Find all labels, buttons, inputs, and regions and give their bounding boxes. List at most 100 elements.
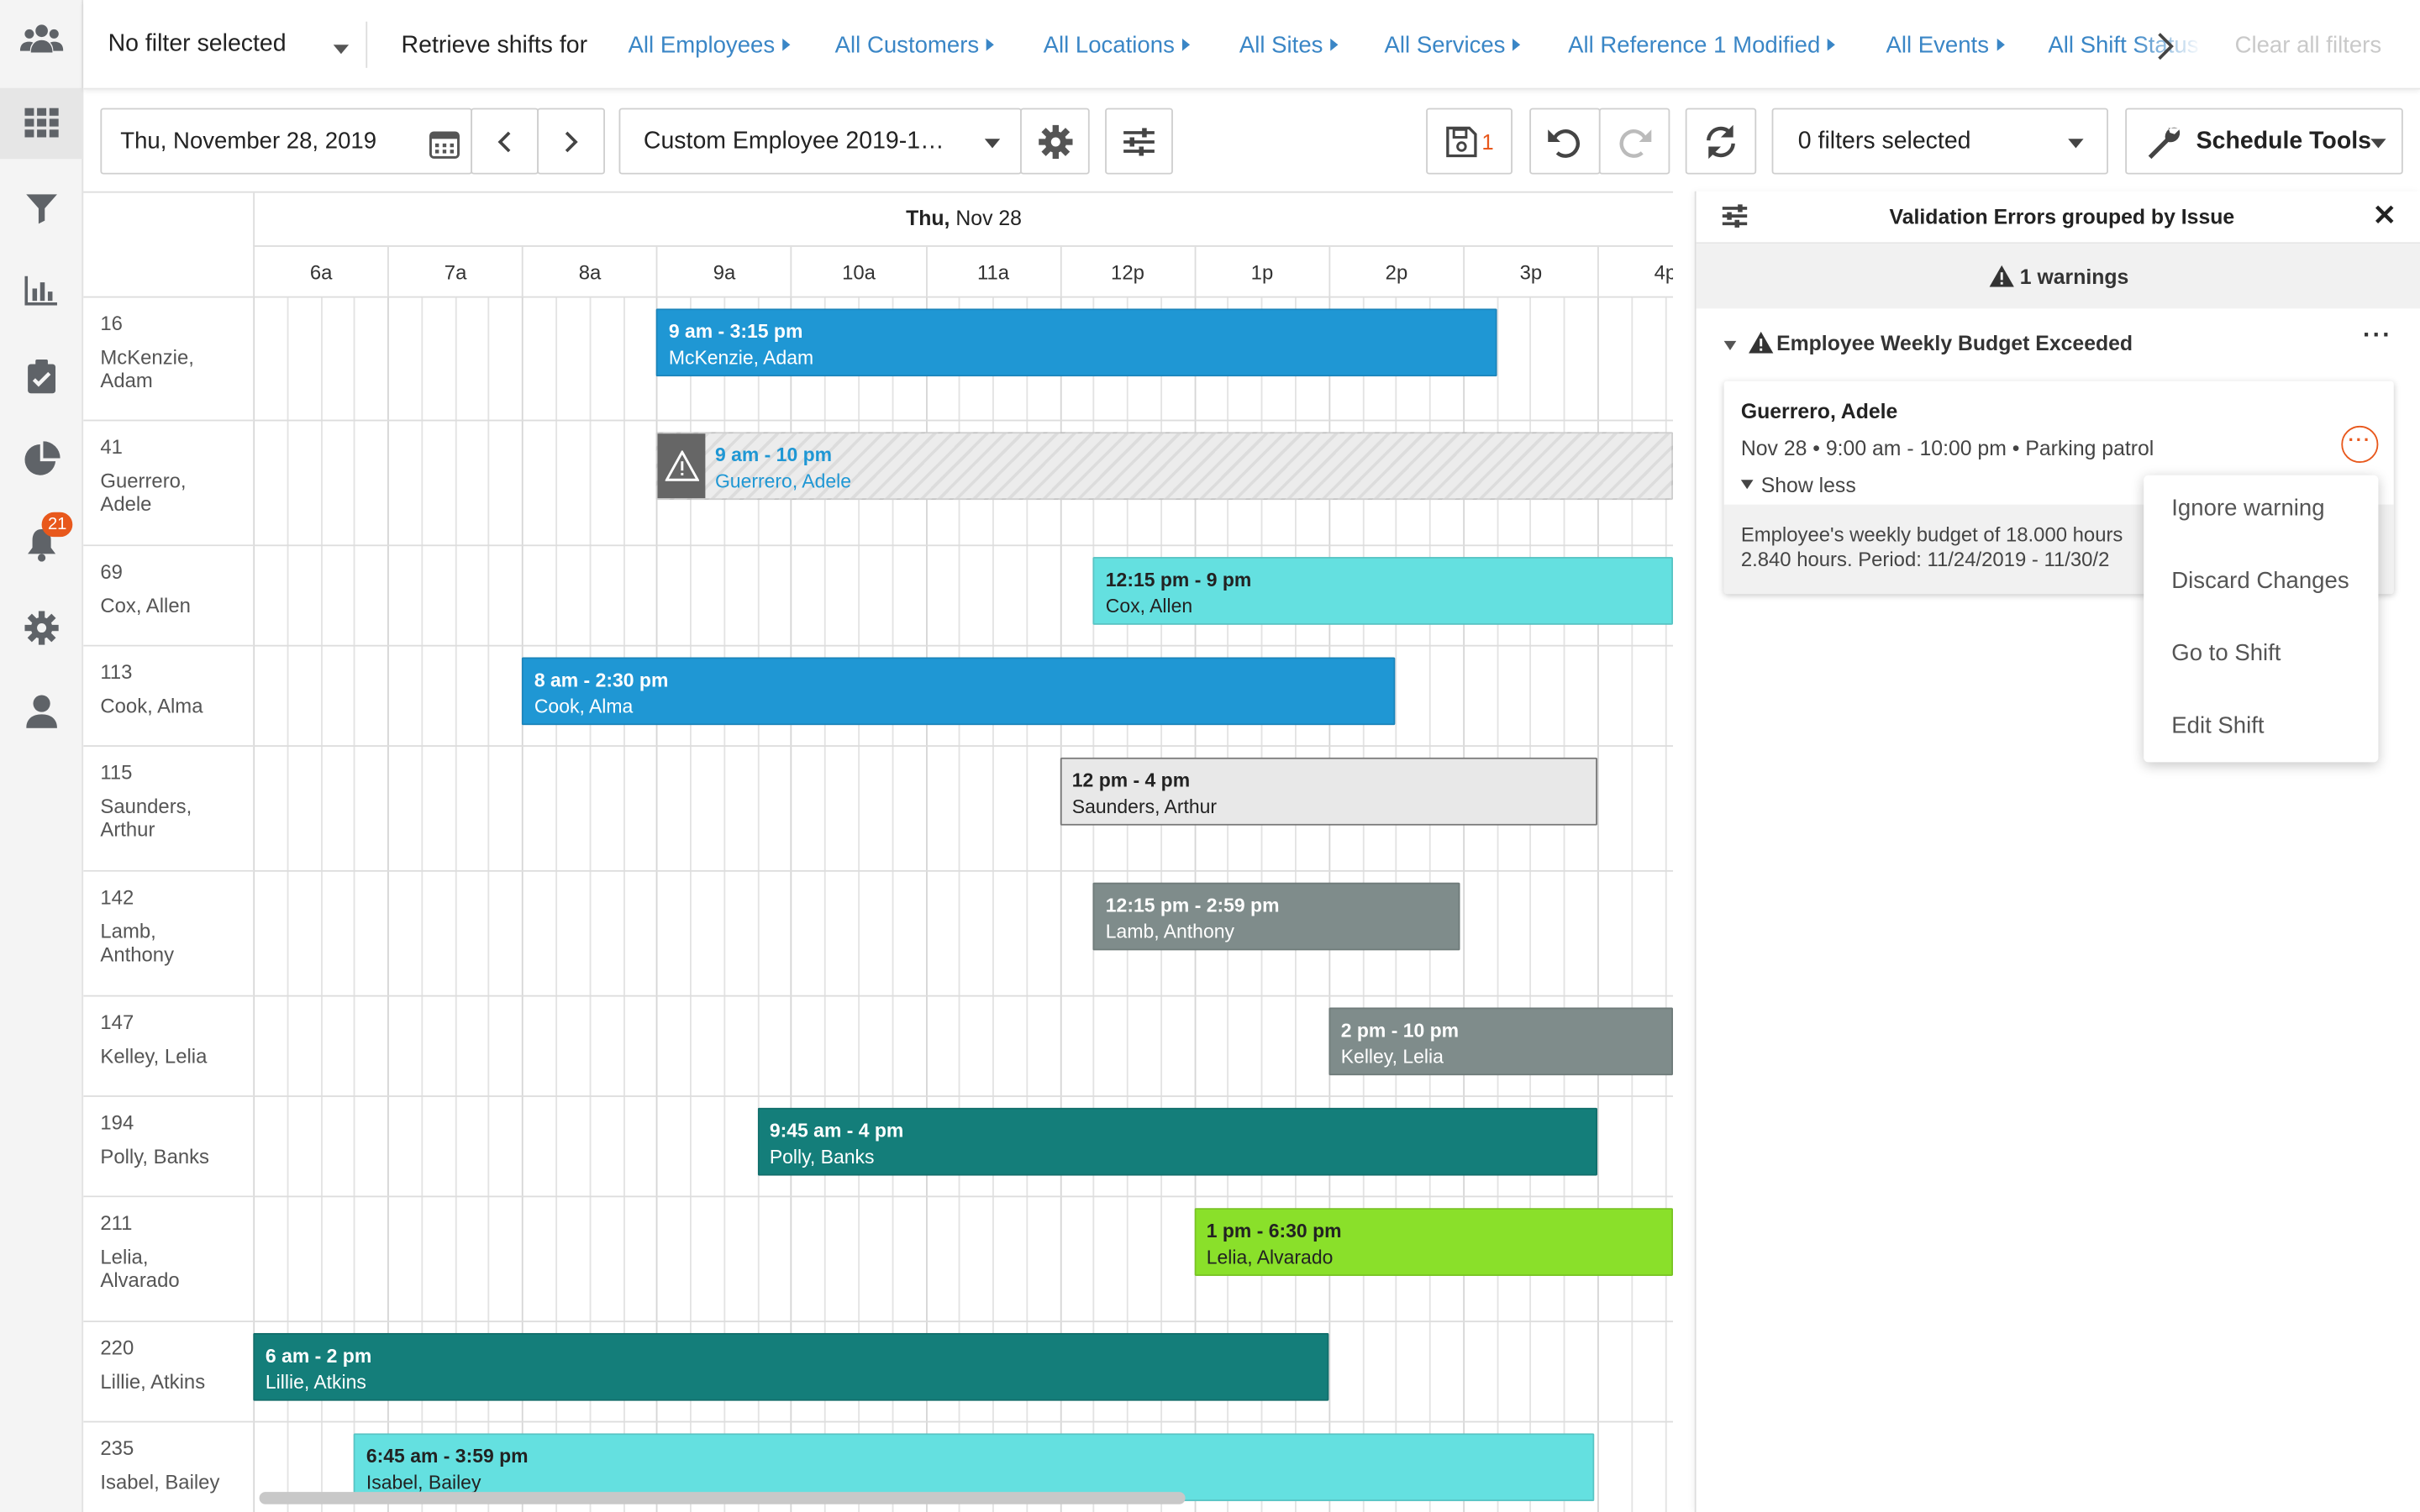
undo-button[interactable] [1529, 108, 1601, 175]
show-less-toggle[interactable]: Show less [1740, 474, 1856, 496]
employee-row-label[interactable]: 220 Lillie, Atkins [83, 1322, 254, 1423]
hour-label: 11a [925, 246, 1060, 298]
saved-filter-select[interactable]: No filter selected [108, 31, 352, 65]
save-changes-button[interactable]: 1 [1426, 108, 1512, 175]
shift-block[interactable]: 9 am - 3:15 pm McKenzie, Adam [656, 308, 1497, 377]
notification-count-badge: 21 [41, 512, 73, 538]
analytics-pie-icon[interactable] [0, 424, 83, 495]
refresh-button[interactable] [1685, 108, 1757, 175]
day-label: Nov 28 [955, 207, 1022, 230]
issue-group-header[interactable]: Employee Weekly Budget Exceeded ··· [1721, 323, 2400, 363]
user-profile-icon[interactable] [0, 675, 83, 746]
group-more-icon[interactable]: ··· [2363, 323, 2392, 350]
sliders-icon [1123, 127, 1155, 155]
shift-employee: Kelley, Lelia [1340, 1046, 1444, 1068]
shift-block[interactable]: 12:15 pm - 9 pm Cox, Allen [1093, 557, 1674, 625]
filter-reference1-link[interactable]: All Reference 1 Modified [1568, 33, 1836, 59]
edit-shift-menu-item[interactable]: Edit Shift [2171, 713, 2264, 739]
employee-row-label[interactable]: 41 Guerrero, Adele [83, 421, 254, 547]
shift-time: 6 am - 2 pm [265, 1345, 372, 1368]
retrieve-label: Retrieve shifts for [401, 32, 588, 59]
filter-sites-link[interactable]: All Sites [1239, 33, 1339, 59]
filter-locations-link[interactable]: All Locations [1044, 33, 1191, 59]
filter-events-link[interactable]: All Events [1886, 33, 2005, 59]
filters-select[interactable]: 0 filters selected [1771, 108, 2108, 175]
filter-customers-link[interactable]: All Customers [835, 33, 995, 59]
panel-title: Validation Errors grouped by Issue [1889, 205, 2235, 228]
filter-bar: No filter selected Retrieve shifts for A… [83, 0, 2420, 90]
shift-employee: Saunders, Arthur [1071, 795, 1218, 818]
employee-row-label[interactable]: 142 Lamb, Anthony [83, 871, 254, 997]
employee-row-label[interactable]: 113 Cook, Alma [83, 646, 254, 747]
schedule-grid-icon[interactable] [0, 87, 84, 160]
employee-row-label[interactable]: 147 Kelley, Lelia [83, 996, 254, 1097]
hour-label: 3p [1463, 246, 1597, 298]
employee-id: 235 [100, 1436, 134, 1460]
filter-services-link[interactable]: All Services [1385, 33, 1521, 59]
hour-label: 6a [253, 246, 387, 298]
employee-row-label[interactable]: 235 Isabel, Bailey [83, 1422, 254, 1512]
shift-block[interactable]: 2 pm - 10 pm Kelley, Lelia [1328, 1007, 1673, 1076]
employee-row-label[interactable]: 16 McKenzie, Adam [83, 297, 254, 422]
view-value: Custom Employee 2019-1… [643, 127, 944, 154]
shift-block[interactable]: 9 am - 10 pm Guerrero, Adele [656, 432, 1673, 501]
view-settings-button[interactable] [1020, 108, 1090, 175]
notifications-bell-icon[interactable]: 21 [0, 509, 83, 580]
warning-message-line1: Employee's weekly budget of 18.000 hours [1740, 522, 2123, 547]
team-icon[interactable] [0, 3, 83, 74]
schedule-tools-button[interactable]: Schedule Tools [2125, 108, 2403, 175]
employee-id: 115 [100, 760, 133, 785]
shift-block[interactable]: 6 am - 2 pm Lillie, Atkins [253, 1332, 1329, 1401]
employee-id: 142 [100, 885, 134, 909]
reports-icon[interactable] [0, 255, 83, 325]
hour-label: 7a [387, 246, 522, 298]
employee-name: Adele [100, 491, 152, 516]
filter-icon[interactable] [0, 173, 83, 244]
card-more-options-button[interactable]: ··· [2341, 425, 2379, 464]
shift-employee: Polly, Banks [769, 1146, 875, 1168]
employee-name: Anthony [100, 942, 175, 966]
shift-block[interactable]: 1 pm - 6:30 pm Lelia, Alvarado [1194, 1208, 1673, 1276]
ignore-warning-menu-item[interactable]: Ignore warning [2171, 496, 2324, 522]
go-to-shift-menu-item[interactable]: Go to Shift [2171, 640, 2281, 666]
shift-employee: Guerrero, Adele [714, 470, 852, 492]
chevron-down-icon [333, 45, 350, 55]
wrench-icon [2148, 126, 2181, 159]
employee-name: Guerrero, [100, 468, 187, 491]
shift-block[interactable]: 8 am - 2:30 pm Cook, Alma [522, 657, 1397, 726]
settings-gear-icon[interactable] [0, 592, 83, 663]
filter-employees-link[interactable]: All Employees [629, 33, 791, 59]
shift-block[interactable]: 6:45 am - 3:59 pm Isabel, Bailey [354, 1433, 1595, 1502]
caret-down-icon [1723, 340, 1737, 350]
employee-name: Adam [100, 368, 153, 392]
view-select[interactable]: Custom Employee 2019-1… [618, 108, 1022, 175]
discard-changes-menu-item[interactable]: Discard Changes [2171, 568, 2349, 594]
clear-all-filters-button[interactable]: Clear all filters [2235, 33, 2382, 59]
employee-row-label[interactable]: 115 Saunders, Arthur [83, 746, 254, 872]
warning-icon [657, 433, 706, 499]
unsaved-count: 1 [1481, 129, 1494, 154]
employee-name: Cox, Allen [100, 593, 191, 617]
adjust-view-button[interactable] [1105, 108, 1173, 175]
card-options-menu: Ignore warning Discard Changes Go to Shi… [2144, 475, 2379, 763]
horizontal-scrollbar[interactable] [259, 1492, 1186, 1504]
employee-row-label[interactable]: 211 Lelia, Alvarado [83, 1197, 254, 1323]
shift-block[interactable]: 12 pm - 4 pm Saunders, Arthur [1060, 757, 1597, 826]
shift-time: 1 pm - 6:30 pm [1206, 1220, 1342, 1242]
employee-row-label[interactable]: 194 Polly, Banks [83, 1096, 254, 1198]
shift-block[interactable]: 9:45 am - 4 pm Polly, Banks [757, 1107, 1598, 1176]
employee-row-label[interactable]: 69 Cox, Allen [83, 546, 254, 647]
redo-button[interactable] [1598, 108, 1670, 175]
shift-time: 12 pm - 4 pm [1071, 769, 1191, 792]
previous-day-button[interactable] [471, 108, 539, 175]
scroll-right-icon[interactable] [2154, 31, 2186, 65]
employee-id: 16 [100, 312, 123, 335]
close-icon[interactable] [2372, 202, 2396, 235]
date-picker[interactable]: Thu, November 28, 2019 [100, 108, 473, 175]
warning-triangle-icon [1749, 331, 1774, 354]
shift-time: 9 am - 3:15 pm [668, 321, 803, 343]
next-day-button[interactable] [537, 108, 605, 175]
shift-block[interactable]: 12:15 pm - 2:59 pm Lamb, Anthony [1093, 882, 1460, 951]
calendar-icon[interactable] [429, 128, 460, 166]
tasks-icon[interactable] [0, 341, 83, 412]
